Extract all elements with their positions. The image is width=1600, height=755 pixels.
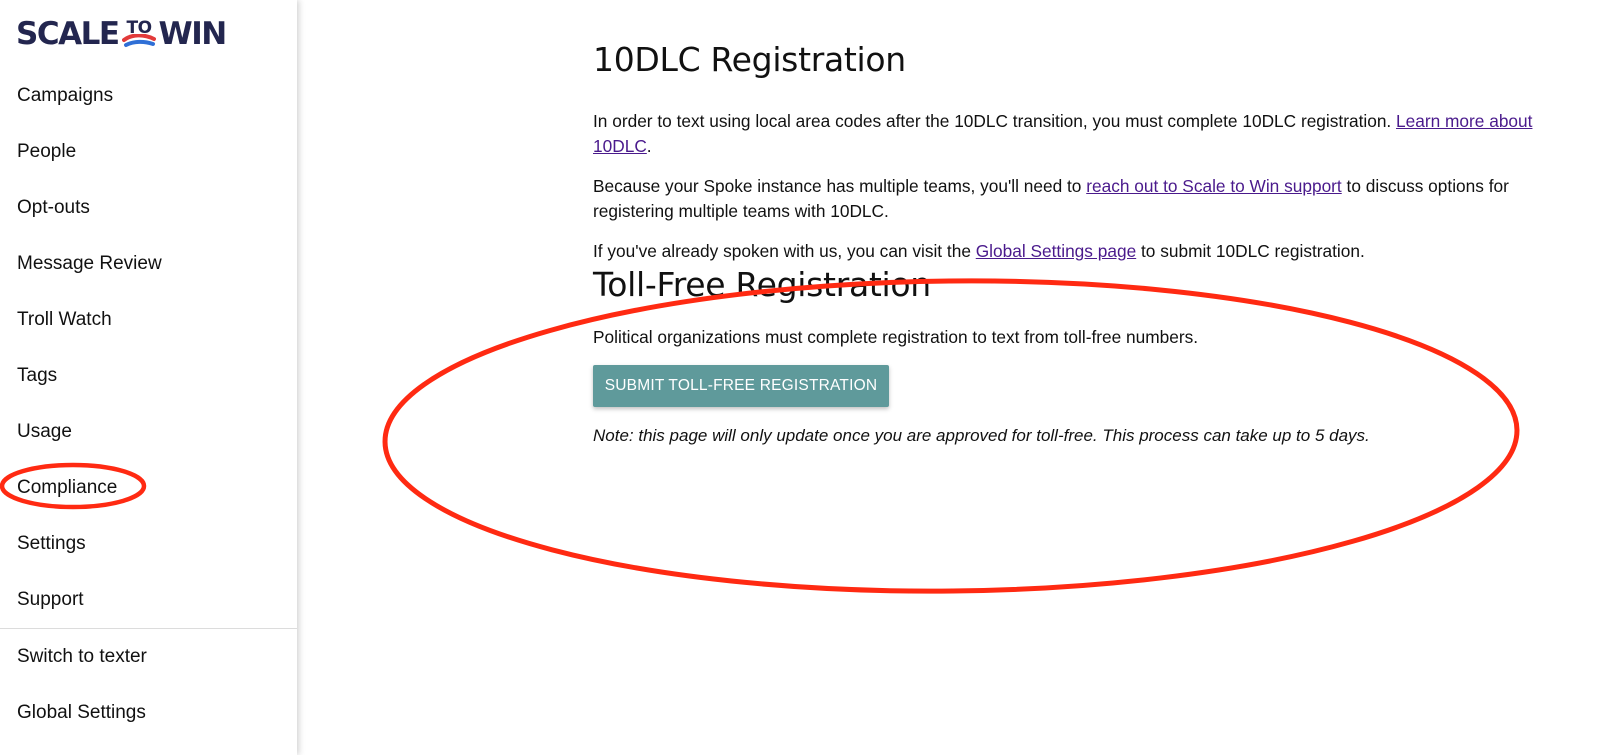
sidebar-item-switch-to-texter[interactable]: Switch to texter [0, 629, 297, 685]
logo-to-mark: TO [121, 16, 156, 52]
main-content: 10DLC Registration In order to text usin… [593, 40, 1533, 448]
tollfree-title: Toll-Free Registration [593, 265, 931, 304]
logo-text-left: SCALE [16, 16, 120, 52]
app-root: SCALE TO WIN Campaigns People Opt-outs M… [0, 0, 1600, 755]
sidebar-item-campaigns[interactable]: Campaigns [0, 68, 297, 124]
scale-to-win-logo[interactable]: SCALE TO WIN [16, 14, 228, 54]
sidebar-item-message-review[interactable]: Message Review [0, 236, 297, 292]
dlc-global-end: to submit 10DLC registration. [1136, 241, 1365, 261]
sidebar-item-troll-watch[interactable]: Troll Watch [0, 292, 297, 348]
sidebar-item-tags[interactable]: Tags [0, 348, 297, 404]
sidebar-item-settings[interactable]: Settings [0, 516, 297, 572]
sidebar-nav: Campaigns People Opt-outs Message Review… [0, 68, 297, 741]
dlc-global-settings-text: If you've already spoken with us, you ca… [593, 239, 1533, 264]
sidebar: SCALE TO WIN Campaigns People Opt-outs M… [0, 0, 297, 755]
dlc-teams-body: Because your Spoke instance has multiple… [593, 176, 1087, 196]
sidebar-item-opt-outs[interactable]: Opt-outs [0, 180, 297, 236]
global-settings-page-link[interactable]: Global Settings page [976, 241, 1136, 261]
dlc-intro-period: . [646, 136, 652, 156]
logo-swoosh-icon [121, 34, 156, 47]
sidebar-item-support[interactable]: Support [0, 572, 297, 628]
submit-tollfree-registration-button[interactable]: SUBMIT TOLL-FREE REGISTRATION [593, 365, 889, 407]
dlc-multiple-teams-text: Because your Spoke instance has multiple… [593, 174, 1533, 224]
tollfree-section: Toll-Free Registration Political organiz… [593, 264, 1533, 448]
tollfree-note: Note: this page will only update once yo… [593, 426, 1370, 445]
tollfree-description: Political organizations must complete re… [593, 327, 1199, 347]
dlc-intro-text: In order to text using local area codes … [593, 109, 1533, 159]
sidebar-item-usage[interactable]: Usage [0, 404, 297, 460]
sidebar-item-people[interactable]: People [0, 124, 297, 180]
dlc-intro-body: In order to text using local area codes … [593, 111, 1397, 131]
logo-text-right: WIN [158, 16, 228, 52]
dlc-title: 10DLC Registration [593, 40, 906, 79]
support-link[interactable]: reach out to Scale to Win support [1086, 176, 1342, 196]
dlc-section: 10DLC Registration In order to text usin… [593, 40, 1533, 264]
sidebar-item-global-settings[interactable]: Global Settings [0, 685, 297, 741]
sidebar-item-compliance[interactable]: Compliance [0, 460, 297, 516]
dlc-global-body: If you've already spoken with us, you ca… [593, 241, 976, 261]
